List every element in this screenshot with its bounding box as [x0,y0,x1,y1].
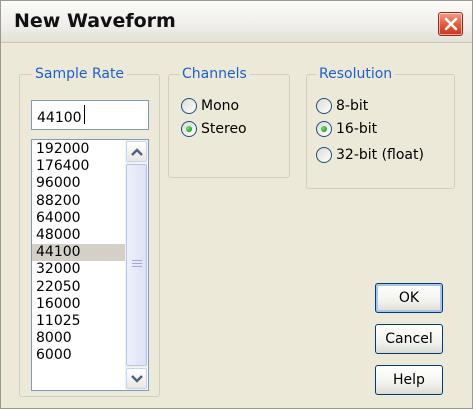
list-item[interactable]: 16000 [32,296,125,313]
dialog-title: New Waveform [14,10,176,32]
list-item[interactable]: 11025 [32,313,125,330]
radio-label-mono: Mono [201,98,240,114]
list-item[interactable]: 8000 [32,330,125,347]
sample-rate-legend: Sample Rate [32,66,128,82]
chevron-down-icon [131,375,143,383]
radio-label-stereo: Stereo [201,121,247,137]
help-button[interactable]: Help [375,365,443,395]
channels-legend: Channels [179,66,250,82]
scroll-down-button[interactable] [126,368,147,389]
ok-button[interactable]: OK [375,283,443,313]
radio-selected-dot [321,126,327,132]
radio-mono[interactable]: Mono [181,97,281,117]
radio-selected-dot [186,126,192,132]
close-icon [444,17,458,31]
list-item[interactable]: 48000 [32,227,125,244]
sample-rate-input[interactable] [31,100,149,130]
radio-button[interactable] [316,147,332,163]
sample-rate-list[interactable]: 192000 176400 96000 88200 64000 48000 44100 320… [31,139,149,391]
radio-label-8bit: 8-bit [336,98,369,114]
radio-button[interactable] [181,121,197,137]
new-waveform-dialog: New Waveform Sample Rate 192000176400960… [0,0,473,409]
radio-8bit[interactable]: 8-bit [316,97,446,117]
scroll-up-button[interactable] [126,141,147,162]
list-item[interactable]: 22050 [32,279,125,296]
text-caret [84,105,85,124]
list-item[interactable]: 88200 [32,193,125,210]
grip-icon [132,266,142,267]
list-item[interactable]: 32000 [32,261,125,278]
grip-icon [132,263,142,264]
resolution-legend: Resolution [316,66,396,82]
list-scrollbar[interactable] [125,140,148,390]
radio-label-16bit: 16-bit [336,121,378,137]
radio-16bit[interactable]: 16-bit [316,120,446,140]
list-item[interactable]: 192000 [32,141,125,158]
radio-button[interactable] [316,98,332,114]
chevron-up-icon [131,148,143,156]
close-button[interactable] [438,12,463,36]
radio-button[interactable] [181,98,197,114]
sample-rate-items: 192000 176400 96000 88200 64000 48000 44100 320… [32,141,125,364]
scroll-thumb[interactable] [126,164,147,366]
radio-32bit-float[interactable]: 32-bit (float) [316,146,451,166]
title-bar: New Waveform [1,1,472,43]
radio-button[interactable] [316,121,332,137]
list-item[interactable]: 176400 [32,158,125,175]
list-item[interactable]: 44100 [32,244,125,262]
grip-icon [132,260,142,261]
radio-stereo[interactable]: Stereo [181,120,281,140]
list-item[interactable]: 64000 [32,210,125,227]
list-item[interactable]: 6000 [32,347,125,364]
radio-label-32bit-float: 32-bit (float) [336,147,424,163]
list-item[interactable]: 96000 [32,175,125,192]
cancel-button[interactable]: Cancel [375,324,443,354]
